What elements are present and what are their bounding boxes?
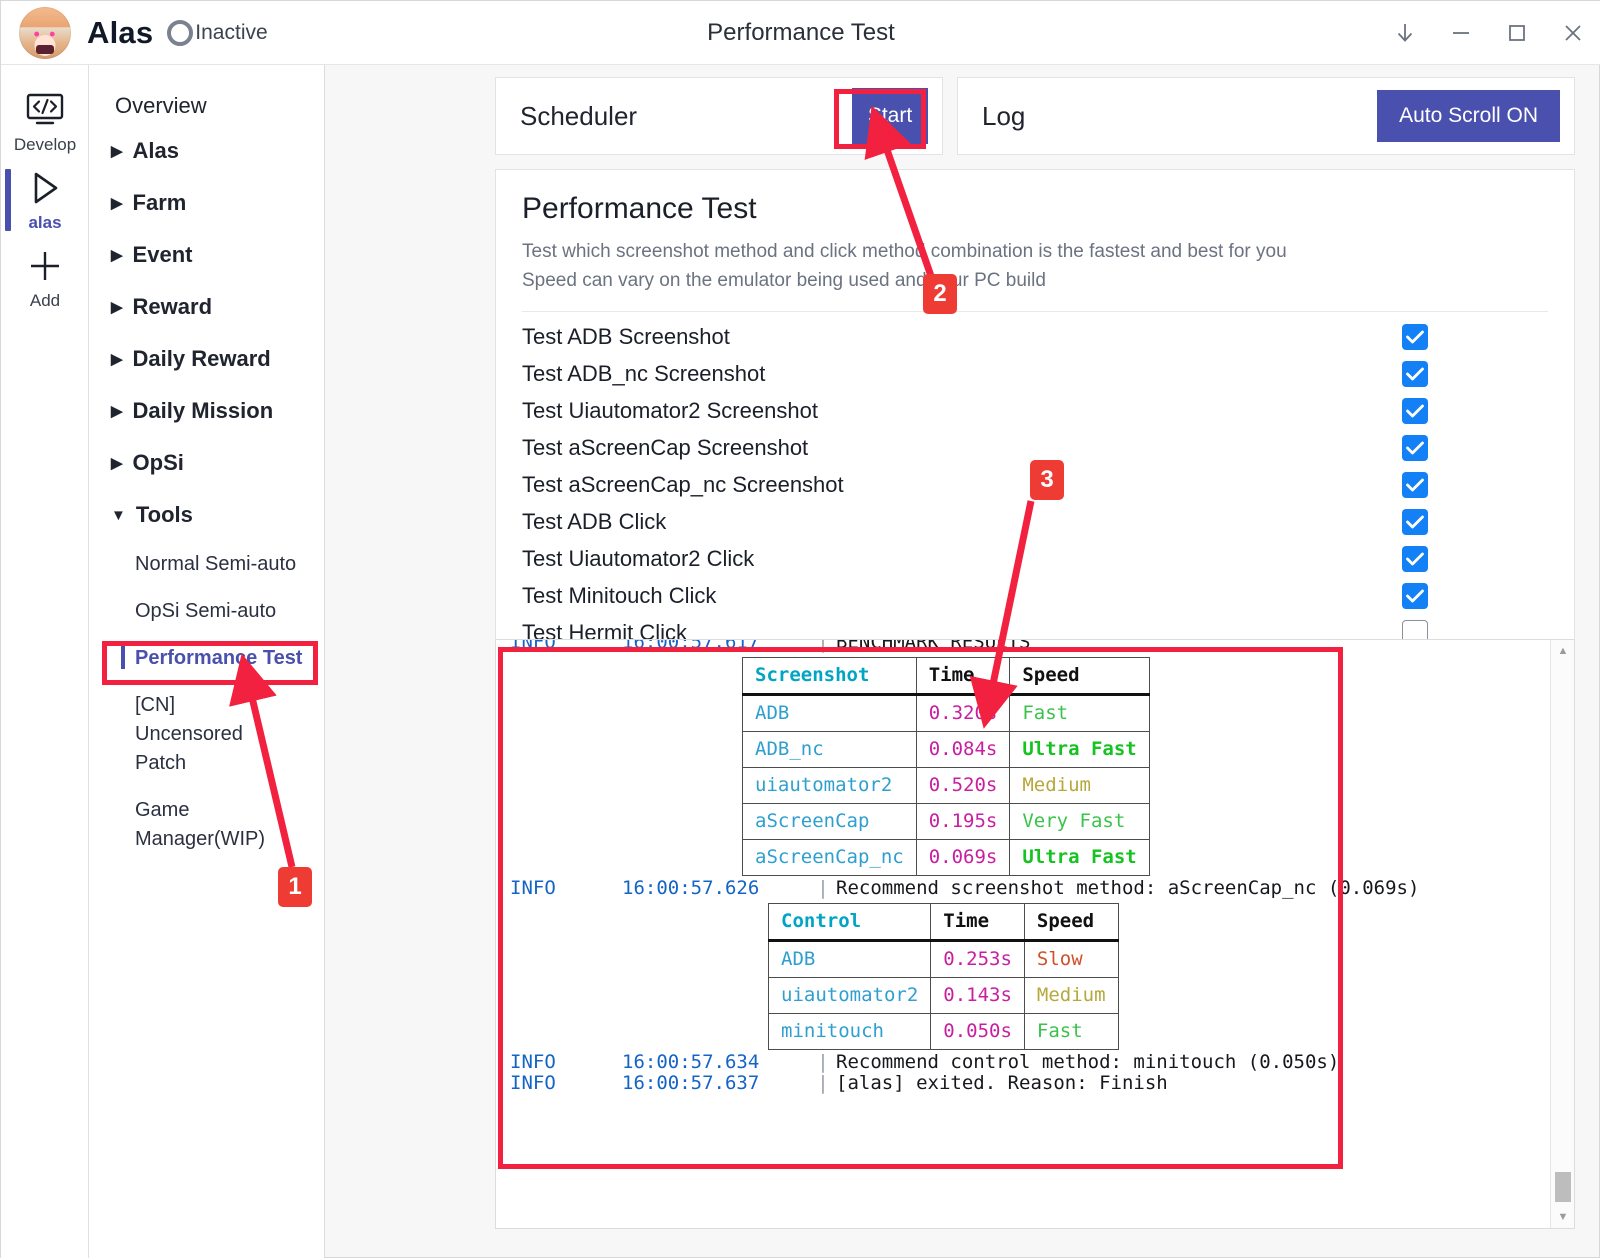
app-window: Alas Inactive Performance Test Develop a… bbox=[0, 0, 1600, 1258]
annotation-arrow-1 bbox=[229, 105, 1035, 868]
annotation-badge-1: 1 bbox=[278, 867, 312, 907]
annotation-badge-2: 2 bbox=[923, 274, 957, 314]
annotation-badge-3: 3 bbox=[1030, 460, 1064, 500]
